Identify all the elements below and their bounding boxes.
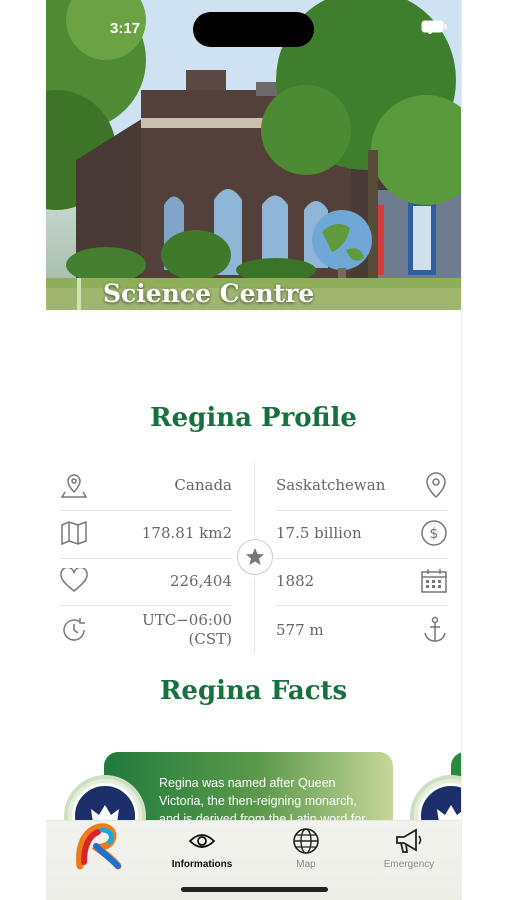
- fact-text: Regina was named after Queen Victoria, t…: [159, 776, 366, 826]
- timezone-line1: UTC−06:00: [142, 611, 232, 629]
- founded-value: 1882: [276, 571, 315, 590]
- profile-timezone: UTC−06:00 (CST): [60, 606, 232, 654]
- clock-icon: [63, 618, 85, 641]
- divider: [254, 578, 255, 653]
- tab-map[interactable]: Map: [266, 827, 346, 870]
- timezone-line2: (CST): [188, 630, 232, 648]
- globe-icon: [293, 828, 319, 854]
- svg-text:$: $: [430, 526, 439, 542]
- hero-image: 3:17 Science Centre: [46, 0, 461, 310]
- province-value: Saskatchewan: [276, 475, 386, 494]
- calendar-icon: [421, 569, 447, 593]
- profile-grid: Canada Saskatchewan 178.81 km2 17.5 bill…: [60, 463, 448, 653]
- favorite-button[interactable]: [237, 539, 273, 575]
- profile-population: 226,404: [60, 559, 232, 603]
- population-value: 226,404: [169, 571, 232, 590]
- profile-elevation: 577 m: [276, 606, 448, 654]
- profile-founded: 1882: [276, 559, 448, 603]
- megaphone-icon: [396, 828, 422, 853]
- dynamic-island: [193, 12, 314, 47]
- star-icon: [246, 548, 264, 565]
- eye-icon: [188, 834, 216, 848]
- tab-map-label: Map: [296, 859, 316, 870]
- tab-informations-label: Informations: [171, 859, 233, 870]
- timezone-value: UTC−06:00 (CST): [142, 611, 232, 649]
- heart-icon: [60, 568, 88, 592]
- app-screen: 3:17 Science Centre Regina Profile Canad…: [46, 0, 462, 900]
- map-icon: [61, 521, 87, 545]
- profile-country: Canada: [60, 463, 232, 507]
- elevation-value: 577 m: [276, 620, 324, 639]
- location-pin-map-icon: [60, 474, 88, 498]
- battery-icon: [421, 20, 447, 33]
- tab-home[interactable]: [58, 823, 138, 873]
- home-indicator: [181, 887, 328, 892]
- facts-title: Regina Facts: [159, 676, 348, 706]
- profile-area: 178.81 km2: [60, 511, 232, 555]
- location-pin-icon: [426, 472, 446, 499]
- country-value: Canada: [174, 475, 232, 494]
- tab-informations[interactable]: Informations: [162, 827, 242, 870]
- gdp-value: 17.5 billion: [276, 523, 362, 542]
- profile-gdp: 17.5 billion $: [276, 511, 448, 555]
- hero-title: Science Centre: [77, 278, 314, 310]
- tab-emergency-label: Emergency: [383, 859, 435, 870]
- area-value: 178.81 km2: [141, 523, 232, 542]
- dollar-coin-icon: $: [421, 520, 447, 546]
- tab-emergency[interactable]: Emergency: [369, 827, 449, 870]
- anchor-icon: [424, 616, 446, 642]
- divider: [254, 463, 255, 535]
- status-time: 3:17: [110, 20, 141, 37]
- profile-province: Saskatchewan: [276, 463, 448, 507]
- profile-title: Regina Profile: [150, 403, 357, 433]
- app-logo-icon: [76, 823, 122, 870]
